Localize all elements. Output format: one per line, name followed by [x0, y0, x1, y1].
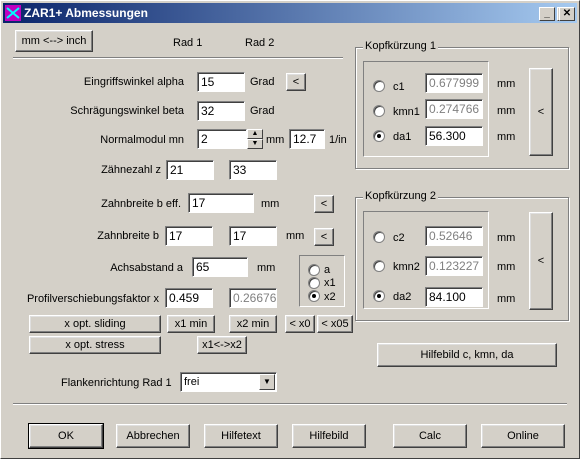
kopf2-kmn2-unit: mm: [497, 261, 516, 273]
kopf2-da2-unit: mm: [497, 293, 516, 305]
achs-radio-group: [299, 255, 345, 307]
online-button[interactable]: Online: [481, 424, 565, 448]
kopf1-c1-input: 0.677999: [425, 73, 483, 93]
normalmodul-spinner[interactable]: ▲ ▼: [247, 129, 263, 149]
kopf2-radio-kmn2[interactable]: [373, 260, 385, 272]
spin-down-icon[interactable]: ▼: [247, 139, 263, 149]
dialog-window: ZAR1+ Abmessungen _ □ ✕ mm <--> inch Rad…: [0, 0, 580, 459]
cancel-button[interactable]: Abbrechen: [116, 424, 190, 448]
zaehnezahl-rad2-input[interactable]: 33: [229, 160, 277, 180]
divider: [13, 57, 343, 59]
radio-x1[interactable]: [308, 277, 320, 289]
radio-a[interactable]: [308, 264, 320, 276]
eingriffswinkel-label: Eingriffswinkel alpha: [83, 76, 184, 88]
zaehnezahl-rad1-input[interactable]: 21: [166, 160, 214, 180]
kopf1-radio-da1[interactable]: [373, 130, 385, 142]
zahnbreite-apply-button[interactable]: <: [314, 228, 334, 246]
x2-min-button[interactable]: x2 min: [229, 315, 277, 333]
zahnbreite-label: Zahnbreite b: [97, 230, 159, 242]
profil-rad2-input: 0.26676: [229, 288, 277, 308]
kopfkuerzung2-title: Kopfkürzung 2: [363, 190, 438, 202]
minimize-button[interactable]: _: [539, 7, 555, 21]
spin-up-icon[interactable]: ▲: [247, 129, 263, 139]
eingriffswinkel-unit: Grad: [250, 76, 275, 88]
zahnbreite-rad1-input[interactable]: 17: [165, 226, 213, 246]
kopf1-da1-label: da1: [393, 131, 412, 143]
schraegungswinkel-input[interactable]: 32: [197, 101, 245, 121]
achsabstand-unit: mm: [257, 262, 276, 274]
x-opt-sliding-button[interactable]: x opt. sliding: [29, 315, 161, 333]
zaehnezahl-label: Zähnezahl z: [101, 164, 161, 176]
radio-x2-label: x2: [324, 291, 336, 303]
kopf2-apply-button[interactable]: <: [529, 212, 553, 310]
kopf1-da1-input[interactable]: 56.300: [425, 126, 483, 146]
close-button[interactable]: ✕: [559, 7, 575, 21]
hilfebild-c-kmn-da-button[interactable]: Hilfebild c, kmn, da: [377, 343, 557, 367]
kopf1-c1-label: c1: [393, 81, 405, 93]
kopf1-kmn1-unit: mm: [497, 105, 516, 117]
kopf1-radio-kmn1[interactable]: [373, 105, 385, 117]
calc-button[interactable]: Calc: [393, 424, 467, 448]
hilfetext-button[interactable]: Hilfetext: [204, 424, 278, 448]
profil-rad1-input[interactable]: 0.459: [165, 288, 213, 308]
profilverschiebung-label: Profilverschiebungsfaktor x: [26, 293, 159, 305]
kopf2-c2-unit: mm: [497, 232, 516, 244]
kopfkuerzung1-title: Kopfkürzung 1: [363, 40, 438, 52]
x1-min-button[interactable]: x1 min: [167, 315, 215, 333]
flankenrichtung-value: frei: [184, 376, 200, 388]
col-header-rad1: Rad 1: [173, 37, 203, 49]
normalmodul-inch-unit: 1/in: [329, 134, 347, 146]
chevron-down-icon[interactable]: ▼: [259, 374, 275, 390]
zahnbreite-unit: mm: [286, 230, 305, 242]
x-opt-stress-button[interactable]: x opt. stress: [29, 336, 161, 354]
kopf2-radio-da2[interactable]: [373, 290, 385, 302]
zahnbreite-rad2-input[interactable]: 17: [229, 226, 277, 246]
radio-x1-label: x1: [324, 277, 336, 289]
eingriffswinkel-apply-button[interactable]: <: [286, 73, 306, 91]
radio-x2[interactable]: [308, 290, 320, 302]
kopf1-kmn1-label: kmn1: [393, 106, 420, 118]
swap-x1-x2-button[interactable]: x1<->x2: [197, 336, 247, 354]
bottom-divider: [13, 403, 567, 405]
kopf1-apply-button[interactable]: <: [529, 68, 553, 156]
unit-toggle-button[interactable]: mm <--> inch: [15, 30, 93, 52]
window-title: ZAR1+ Abmessungen: [24, 6, 148, 20]
zahnbreite-eff-apply-button[interactable]: <: [314, 195, 334, 213]
normalmodul-inch-input[interactable]: 12.7: [289, 129, 325, 149]
flankenrichtung-select[interactable]: frei ▼: [180, 372, 277, 392]
kopf1-radio-c1[interactable]: [373, 80, 385, 92]
app-icon: [5, 5, 21, 21]
zahnbreite-eff-label: Zahnbreite b eff.: [101, 198, 181, 210]
ok-button[interactable]: OK: [28, 423, 104, 449]
kopf2-radio-c2[interactable]: [373, 231, 385, 243]
kopf2-da2-label: da2: [393, 291, 412, 303]
minimize-icon: _: [544, 8, 550, 19]
kopf1-da1-unit: mm: [497, 131, 516, 143]
kopf1-kmn1-input: 0.274766: [425, 99, 483, 119]
radio-a-label: a: [324, 264, 331, 276]
kopf2-c2-label: c2: [393, 232, 405, 244]
kopf1-c1-unit: mm: [497, 78, 516, 90]
schraegungswinkel-unit: Grad: [250, 105, 275, 117]
zahnbreite-eff-unit: mm: [261, 198, 280, 210]
kopf2-da2-input[interactable]: 84.100: [425, 287, 483, 307]
kopf2-kmn2-input: 0.123227: [425, 256, 483, 276]
normalmodul-label: Normalmodul mn: [100, 134, 184, 146]
achsabstand-input[interactable]: 65: [192, 257, 248, 277]
eingriffswinkel-input[interactable]: 15: [197, 72, 245, 92]
close-icon: ✕: [562, 8, 572, 19]
title-bar[interactable]: ZAR1+ Abmessungen _ □: [3, 3, 577, 23]
kopf2-kmn2-label: kmn2: [393, 261, 420, 273]
schraegungswinkel-label: Schrägungswinkel beta: [70, 105, 184, 117]
normalmodul-unit: mm: [266, 134, 285, 146]
normalmodul-input[interactable]: 2: [197, 129, 247, 149]
hilfebild-button[interactable]: Hilfebild: [292, 424, 366, 448]
achsabstand-label: Achsabstand a: [110, 262, 183, 274]
kopf2-c2-input: 0.52646: [425, 226, 483, 246]
flankenrichtung-label: Flankenrichtung Rad 1: [61, 377, 172, 389]
zahnbreite-eff-input[interactable]: 17: [188, 193, 254, 213]
x0-button[interactable]: < x0: [285, 315, 315, 333]
col-header-rad2: Rad 2: [245, 37, 275, 49]
x05-button[interactable]: < x05: [317, 315, 353, 333]
